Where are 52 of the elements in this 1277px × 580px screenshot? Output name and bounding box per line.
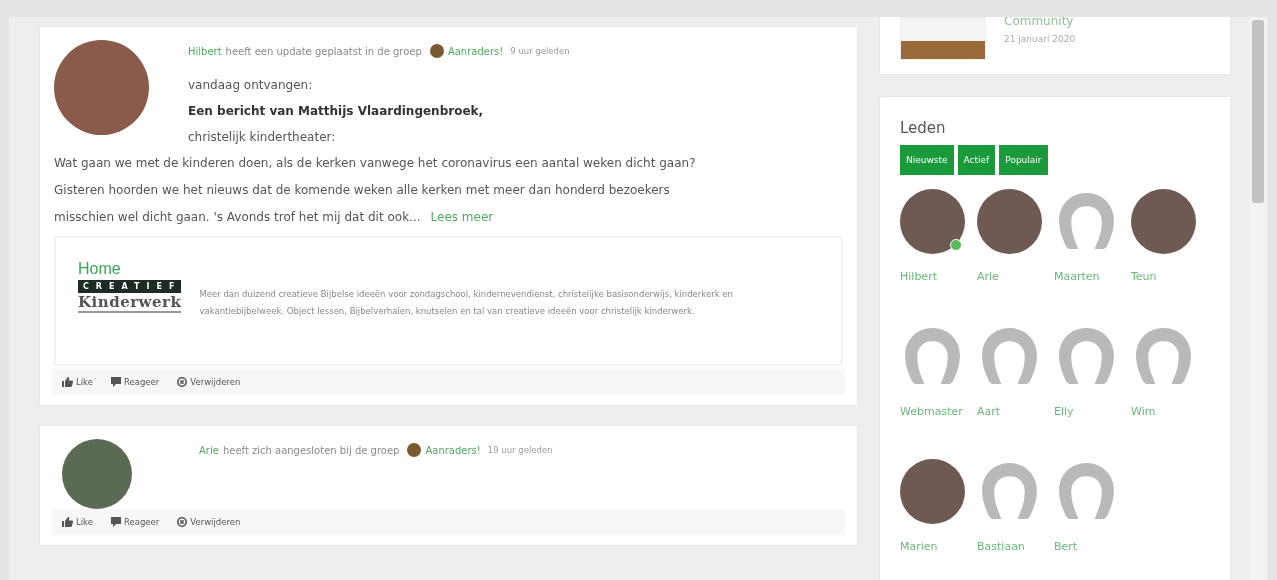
close-circle-icon: [177, 517, 188, 527]
member-name-link[interactable]: Teun: [1131, 264, 1196, 314]
link-preview-card[interactable]: [55, 237, 842, 365]
filter-button[interactable]: Populair: [999, 145, 1048, 175]
widget-title: Leden: [900, 119, 947, 137]
post-text: christelijk kindertheater:: [188, 129, 337, 146]
post-excerpt: misschien wel dicht gaan. 's Avonds trof het mij dat dit ook...: [54, 210, 421, 224]
timestamp: 9 uur geleden: [510, 46, 570, 56]
thumbs-up-icon: [62, 517, 73, 527]
scrollbar-thumb[interactable]: [1252, 20, 1264, 203]
member-name-link[interactable]: Marien: [900, 534, 965, 580]
article-date: 21 januari 2020: [1004, 34, 1076, 44]
read-more-link[interactable]: Lees meer: [430, 210, 494, 224]
member-name-link[interactable]: Aart: [977, 399, 1042, 449]
group-link[interactable]: Aanraders!: [425, 444, 481, 456]
member-name-link[interactable]: Arie: [977, 264, 1042, 314]
user-link[interactable]: Arie: [199, 444, 219, 456]
group-link[interactable]: Aanraders!: [447, 45, 504, 57]
member-name-link[interactable]: Bert: [1054, 534, 1119, 580]
member-name-link[interactable]: Webmaster: [900, 399, 965, 449]
member-name-link[interactable]: Elly: [1054, 399, 1119, 449]
article-thumbnail-placeholder[interactable]: [900, 17, 986, 60]
logo-text: Kinderwerk: [78, 293, 182, 313]
preview-title: Home: [78, 260, 122, 278]
post-text: Een bericht van Matthijs Vlaardingenbroek,: [188, 103, 485, 120]
action-link[interactable]: Like: [62, 517, 93, 527]
user-link[interactable]: Hilbert: [188, 45, 222, 57]
member-name-link[interactable]: Bastiaan: [977, 534, 1042, 580]
member-name-link[interactable]: Wim: [1131, 399, 1196, 449]
post-excerpt: Gisteren hoorden we het nieuws dat de komende weken alle kerken met meer dan honderd bezoekers: [54, 182, 671, 199]
filter-button[interactable]: Nieuwste: [900, 145, 954, 175]
group-avatar-icon: [429, 44, 444, 58]
activity-text: heeft zich aangesloten bij de groep: [222, 444, 400, 456]
post-excerpt: Wat gaan we met de kinderen doen, als de kerken vanwege het coronavirus een aantal weken dicht gaan?: [54, 155, 697, 172]
post-text: vandaag ontvangen:: [188, 77, 314, 94]
thumbs-up-icon: [62, 377, 73, 387]
action-link[interactable]: Verwijderen: [177, 377, 241, 387]
member-name-link[interactable]: Maarten: [1054, 264, 1119, 314]
logo-text: CREATIEF: [78, 280, 182, 293]
action-link[interactable]: Reageer: [110, 517, 160, 527]
action-link[interactable]: Verwijderen: [177, 517, 241, 527]
timestamp: 19 uur geleden: [487, 445, 553, 455]
speech-bubble-icon: [110, 517, 121, 527]
close-circle-icon: [177, 377, 188, 387]
activity-text: heeft een update geplaatst in de groep: [225, 45, 422, 57]
action-link[interactable]: Like: [62, 377, 93, 387]
member-name-link[interactable]: Hilbert: [900, 264, 965, 314]
action-link[interactable]: Reageer: [110, 377, 160, 387]
speech-bubble-icon: [110, 377, 121, 387]
group-avatar-icon: [407, 443, 422, 457]
filter-button[interactable]: Actief: [957, 145, 996, 175]
preview-description: Meer dan duizend creatieve Bijbelse ideeën voor zondagschool, kindernevendienst, christelijke basisonderwijs, kinderkerk en vakantiebijbelweek. Object lessen, Bijbelverhalen, knutselen en tal van creatieve ideeën voor christelijk kinderwerk.: [199, 288, 734, 318]
